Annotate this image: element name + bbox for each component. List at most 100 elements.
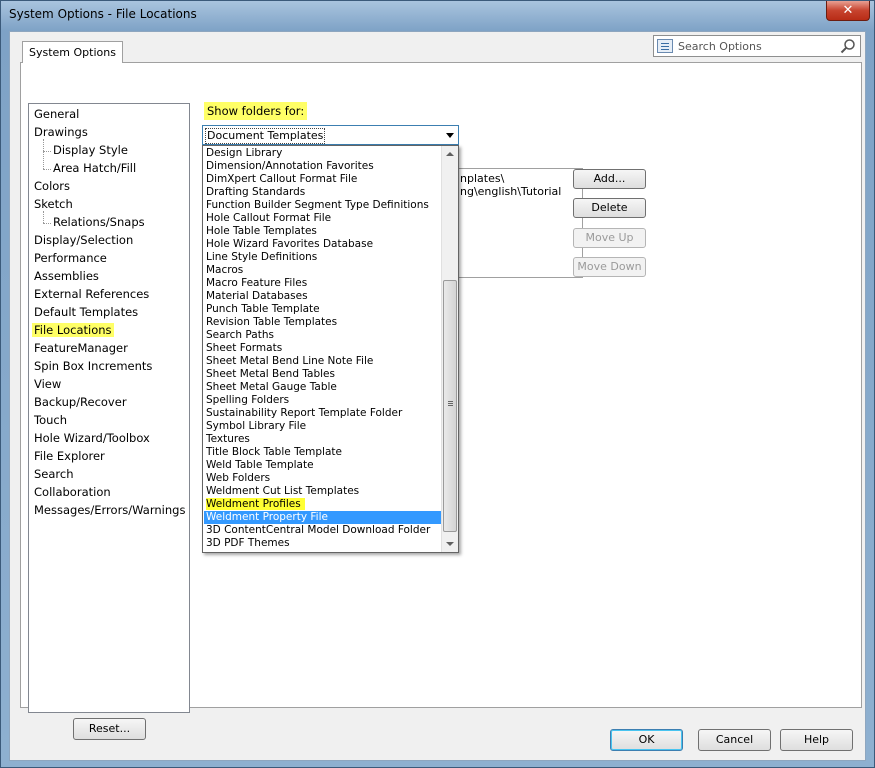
- show-folders-select[interactable]: Document Templates: [202, 125, 459, 145]
- tree-item[interactable]: Hole Wizard/Toolbox: [34, 430, 150, 447]
- dropdown-option[interactable]: Sheet Metal Gauge Table: [204, 381, 441, 394]
- tree-item[interactable]: Colors: [34, 178, 70, 195]
- search-icon[interactable]: [840, 38, 856, 54]
- dropdown-option-label: Sheet Metal Bend Tables: [206, 368, 335, 380]
- dropdown-option[interactable]: Line Style Definitions: [204, 251, 441, 264]
- dropdown-option[interactable]: Sheet Metal Bend Tables: [204, 368, 441, 381]
- tree-item[interactable]: Backup/Recover: [34, 394, 127, 411]
- add-button[interactable]: Add...: [573, 169, 646, 189]
- tree-item[interactable]: Performance: [34, 250, 107, 267]
- tree-item[interactable]: Touch: [34, 412, 67, 429]
- show-folders-label: Show folders for:: [204, 102, 308, 120]
- tree-connector: [43, 211, 44, 223]
- dropdown-scrollbar[interactable]: [441, 146, 458, 552]
- scroll-down-icon[interactable]: [442, 536, 458, 552]
- dropdown-option-label: Sheet Formats: [206, 342, 283, 354]
- dropdown-option[interactable]: Web Folders: [204, 472, 441, 485]
- tree-item-label: Area Hatch/Fill: [53, 161, 137, 175]
- ok-button[interactable]: OK: [610, 729, 683, 751]
- tree-item[interactable]: Messages/Errors/Warnings: [34, 502, 185, 519]
- tree-item-label: FeatureManager: [34, 341, 128, 355]
- tree-item-label: Colors: [34, 179, 71, 193]
- dropdown-option[interactable]: Weldment Profiles: [204, 498, 441, 511]
- dropdown-option[interactable]: Search Paths: [204, 329, 441, 342]
- help-button[interactable]: Help: [780, 729, 853, 751]
- dropdown-option-label: Hole Table Templates: [206, 225, 317, 237]
- options-tree[interactable]: General Drawings Display Style Area Hatch/F…: [28, 103, 190, 713]
- chevron-down-icon[interactable]: [446, 133, 454, 138]
- dropdown-option[interactable]: Design Library: [204, 147, 441, 160]
- scroll-up-icon[interactable]: [442, 146, 458, 162]
- title-bar[interactable]: System Options - File Locations ✕: [1, 1, 874, 29]
- dropdown-option[interactable]: 3D ContentCentral Model Download Folder: [204, 524, 441, 537]
- dropdown-option-label: Title Block Table Template: [206, 446, 342, 458]
- system-options-panel: General Drawings Display Style Area Hatch/F…: [20, 62, 862, 740]
- folder-list[interactable]: nplates\ ng\english\Tutorial: [457, 168, 583, 278]
- dropdown-option[interactable]: Function Builder Segment Type Definition…: [204, 199, 441, 212]
- reset-button[interactable]: Reset...: [73, 718, 146, 740]
- dropdown-option[interactable]: Hole Wizard Favorites Database: [204, 238, 441, 251]
- tree-item[interactable]: File Locations: [32, 322, 114, 339]
- dropdown-option[interactable]: Material Databases: [204, 290, 441, 303]
- tab-system-options[interactable]: System Options: [22, 41, 123, 63]
- dropdown-option[interactable]: Weld Table Template: [204, 459, 441, 472]
- tree-item[interactable]: External References: [34, 286, 149, 303]
- tree-item[interactable]: Default Templates: [34, 304, 138, 321]
- folder-row[interactable]: nplates\: [460, 172, 504, 185]
- tree-item[interactable]: Search: [34, 466, 74, 483]
- show-folders-dropdown-list[interactable]: Design Library Dimension/Annotation Favor…: [202, 145, 459, 553]
- dropdown-option-label: Hole Wizard Favorites Database: [206, 238, 374, 250]
- dropdown-option[interactable]: Textures: [204, 433, 441, 446]
- dropdown-option[interactable]: Punch Table Template: [204, 303, 441, 316]
- tree-item[interactable]: Relations/Snaps: [53, 214, 145, 231]
- dropdown-option[interactable]: Sheet Formats: [204, 342, 441, 355]
- tree-item[interactable]: Collaboration: [34, 484, 111, 501]
- dropdown-option[interactable]: Macro Feature Files: [204, 277, 441, 290]
- tree-item-label: Display/Selection: [34, 233, 134, 247]
- search-options-list-icon[interactable]: [657, 39, 673, 53]
- dropdown-option[interactable]: Hole Table Templates: [204, 225, 441, 238]
- delete-button[interactable]: Delete: [573, 198, 646, 218]
- move-up-button[interactable]: Move Up: [573, 228, 646, 248]
- scrollbar-thumb[interactable]: [443, 280, 457, 532]
- dropdown-option[interactable]: Sheet Metal Bend Line Note File: [204, 355, 441, 368]
- dropdown-option[interactable]: Macros: [204, 264, 441, 277]
- folder-row[interactable]: ng\english\Tutorial: [460, 185, 561, 198]
- tree-item[interactable]: Display Style: [53, 142, 128, 159]
- dropdown-option[interactable]: DimXpert Callout Format File: [204, 173, 441, 186]
- dropdown-option-label: Weldment Cut List Templates: [206, 485, 360, 497]
- dropdown-option-label: Revision Table Templates: [206, 316, 338, 328]
- tree-item[interactable]: Display/Selection: [34, 232, 133, 249]
- tree-item[interactable]: View: [34, 376, 61, 393]
- tree-item[interactable]: General: [34, 106, 79, 123]
- move-down-button[interactable]: Move Down: [573, 257, 646, 277]
- dropdown-option-label: Material Databases: [206, 290, 308, 302]
- close-button[interactable]: ✕: [826, 1, 870, 21]
- tree-item[interactable]: Assemblies: [34, 268, 99, 285]
- dropdown-option[interactable]: 3D PDF Themes: [204, 537, 441, 550]
- cancel-button[interactable]: Cancel: [698, 729, 771, 751]
- dropdown-option[interactable]: Symbol Library File: [204, 420, 441, 433]
- tree-item-label: Drawings: [34, 125, 88, 139]
- tree-item[interactable]: Spin Box Increments: [34, 358, 152, 375]
- dropdown-option[interactable]: Sustainability Report Template Folder: [204, 407, 441, 420]
- tree-item-label: File Explorer: [34, 449, 105, 463]
- dropdown-option[interactable]: Revision Table Templates: [204, 316, 441, 329]
- dropdown-option[interactable]: Hole Callout Format File: [204, 212, 441, 225]
- tree-item[interactable]: File Explorer: [34, 448, 105, 465]
- search-input[interactable]: Search Options: [678, 40, 762, 53]
- show-folders-selected: Document Templates: [205, 128, 326, 144]
- dropdown-option-label: Function Builder Segment Type Definition…: [206, 199, 429, 211]
- search-options-box[interactable]: Search Options: [653, 35, 861, 57]
- dropdown-option[interactable]: Title Block Table Template: [204, 446, 441, 459]
- dropdown-option[interactable]: Weldment Cut List Templates: [204, 485, 441, 498]
- dropdown-option[interactable]: Dimension/Annotation Favorites: [204, 160, 441, 173]
- tree-item[interactable]: Sketch: [34, 196, 73, 213]
- tree-item[interactable]: Area Hatch/Fill: [53, 160, 136, 177]
- tree-item[interactable]: FeatureManager: [34, 340, 128, 357]
- dropdown-option[interactable]: Spelling Folders: [204, 394, 441, 407]
- tree-item-label: External References: [34, 287, 150, 301]
- dropdown-option[interactable]: Weldment Property File: [204, 511, 441, 524]
- tree-item-label: File Locations: [32, 323, 114, 337]
- dropdown-option[interactable]: Drafting Standards: [204, 186, 441, 199]
